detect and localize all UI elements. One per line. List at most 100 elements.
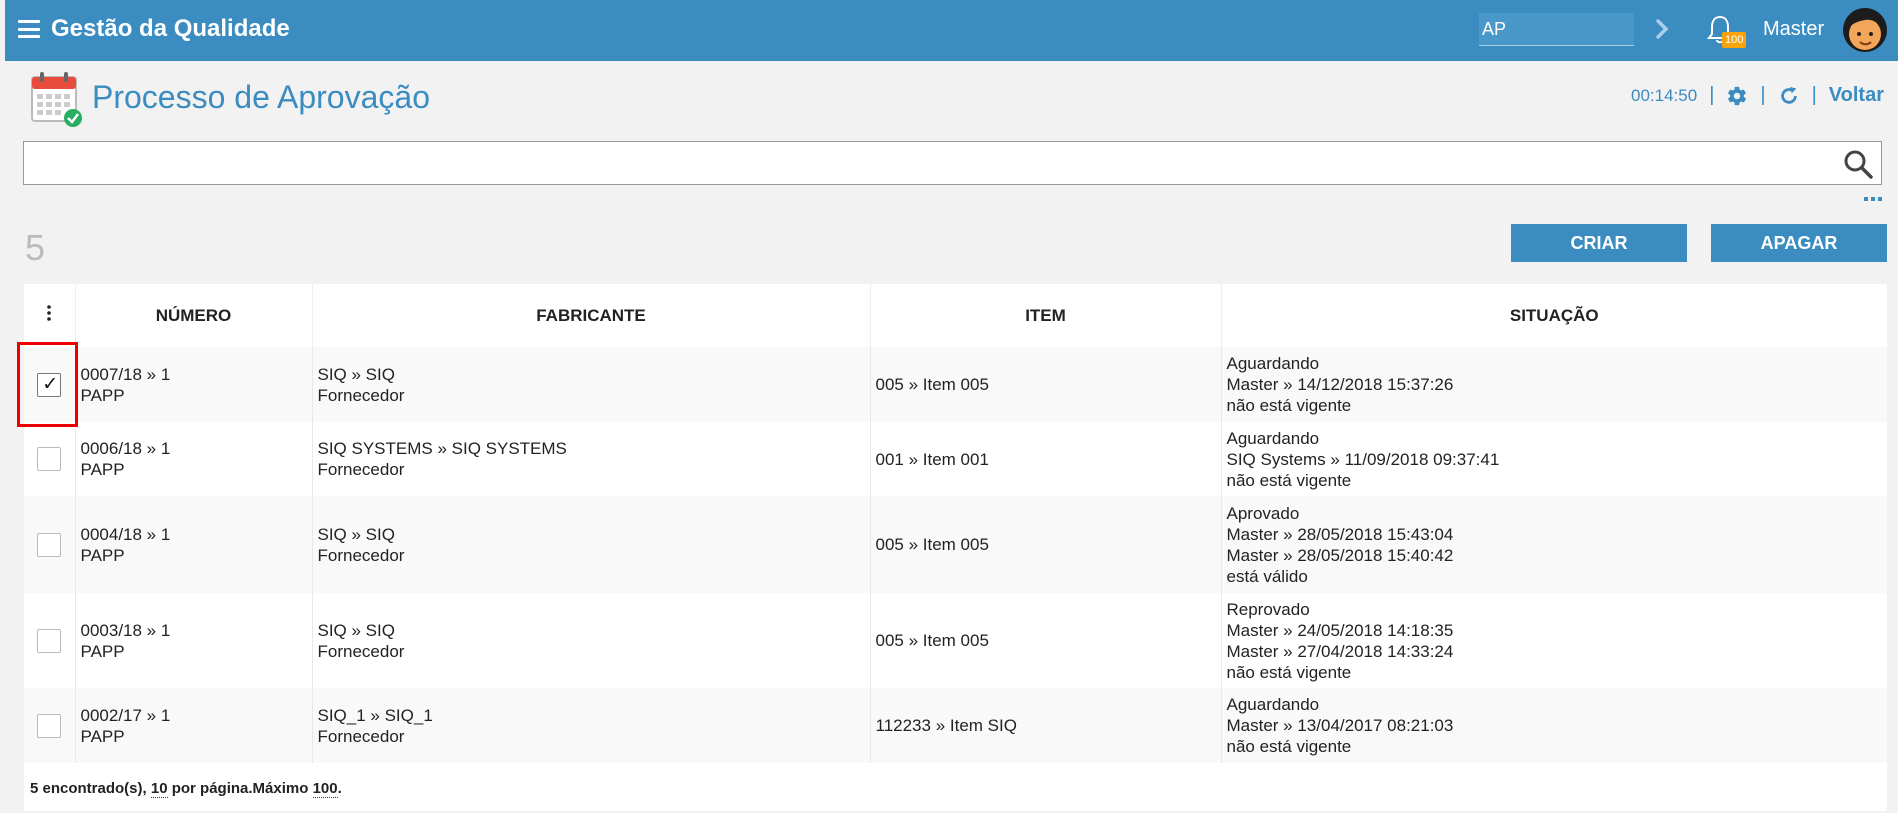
column-header-situacao[interactable]: SITUAÇÃO (1221, 284, 1887, 347)
cell-numero: 0006/18 » 1 PAPP (75, 422, 313, 496)
situacao-line: não está vigente (1226, 470, 1352, 490)
cell-numero: 0003/18 » 1 PAPP (75, 593, 313, 688)
gear-icon[interactable] (1726, 85, 1748, 107)
calendar-check-icon (31, 72, 82, 127)
app-title: Gestão da Qualidade (51, 15, 290, 42)
cell-numero: 0002/17 » 1 PAPP (75, 688, 313, 763)
cell-situacao: Aguardando Master » 14/12/2018 15:37:26 nã… (1221, 347, 1887, 422)
table-row[interactable]: 0003/18 » 1 PAPP SIQ » SIQ Fornecedor 005 … (24, 593, 1887, 688)
numero-type: PAPP (80, 545, 125, 565)
record-count: 5 (25, 227, 46, 268)
delete-button[interactable]: APAGAR (1711, 224, 1887, 262)
numero-code: 0004/18 » 1 (80, 524, 171, 544)
search-box (23, 141, 1882, 185)
header-actions: 00:14:50 | | | Voltar (1631, 84, 1884, 107)
cell-fabricante: SIQ » SIQ Fornecedor (312, 593, 871, 688)
more-options-icon[interactable] (1864, 196, 1882, 202)
found-count: 5 encontrado(s), (30, 780, 147, 797)
page-title: Processo de Aprovação (92, 79, 430, 115)
fabricante-name: SIQ » SIQ (317, 364, 395, 384)
situacao-status: Aguardando (1226, 428, 1320, 448)
cell-numero: 0007/18 » 1 PAPP (75, 347, 313, 422)
row-checkbox[interactable] (37, 713, 62, 738)
numero-type: PAPP (80, 641, 125, 661)
search-input[interactable] (24, 142, 1824, 184)
cell-situacao: Aguardando SIQ Systems » 11/09/2018 09:37… (1221, 422, 1887, 496)
per-page-label: por página.Máximo (167, 780, 313, 797)
cell-situacao: Reprovado Master » 24/05/2018 14:18:35 Mas… (1221, 593, 1887, 688)
notification-badge: 100 (1722, 32, 1747, 48)
cell-fabricante: SIQ SYSTEMS » SIQ SYSTEMS Fornecedor (312, 422, 871, 496)
kebab-menu-icon[interactable] (47, 305, 52, 321)
row-select-cell (24, 496, 76, 593)
cell-item: 005 » Item 005 (870, 347, 1222, 422)
row-checkbox[interactable] (37, 532, 62, 557)
item-name: 005 » Item 005 (875, 631, 989, 650)
fabricante-type: Fornecedor (317, 545, 405, 565)
numero-code: 0007/18 » 1 (80, 364, 171, 384)
cell-fabricante: SIQ » SIQ Fornecedor (312, 347, 871, 422)
column-header-fabricante[interactable]: FABRICANTE (312, 284, 871, 347)
table-row[interactable]: 0004/18 » 1 PAPP SIQ » SIQ Fornecedor 005 … (24, 496, 1887, 593)
numero-code: 0006/18 » 1 (80, 439, 171, 458)
separator: | (1760, 84, 1766, 106)
row-checkbox[interactable] (37, 372, 62, 397)
situacao-line: não está vigente (1226, 737, 1352, 756)
avatar[interactable] (1842, 7, 1888, 53)
table-header-row: NÚMERO FABRICANTE ITEM SITUAÇÃO (24, 284, 1887, 347)
refresh-icon[interactable] (1778, 85, 1800, 107)
pagination-footer: 5 encontrado(s), 10 por página.Máximo 10… (24, 763, 1887, 811)
table-row[interactable]: 0007/18 » 1PAPP SIQ » SIQFornecedor 005 … (24, 347, 1887, 422)
cell-item: 112233 » Item SIQ (870, 688, 1222, 763)
user-name[interactable]: Master (1763, 18, 1824, 41)
item-name: 005 » Item 005 (875, 535, 989, 554)
back-link[interactable]: Voltar (1829, 84, 1884, 107)
situacao-line: Master » 28/05/2018 15:43:04 (1226, 524, 1454, 544)
cell-situacao: Aguardando Master » 13/04/2017 08:21:03 nã… (1221, 688, 1887, 763)
cell-fabricante: SIQ » SIQ Fornecedor (312, 496, 871, 593)
per-page-value[interactable]: 10 (150, 780, 168, 798)
numero-type: PAPP (80, 726, 125, 746)
cell-item: 001 » Item 001 (870, 422, 1222, 496)
create-button[interactable]: CRIAR (1511, 224, 1687, 262)
table-row[interactable]: 0002/17 » 1 PAPP SIQ_1 » SIQ_1 Fornecedor … (24, 688, 1887, 763)
column-header-numero[interactable]: NÚMERO (75, 284, 313, 347)
situacao-status: Aguardando (1226, 354, 1320, 373)
item-name: 001 » Item 001 (875, 449, 989, 469)
search-icon[interactable] (1843, 149, 1873, 179)
column-options[interactable] (24, 284, 76, 347)
fabricante-type: Fornecedor (317, 641, 405, 661)
situacao-line: está válido (1226, 566, 1308, 586)
cell-item: 005 » Item 005 (870, 593, 1222, 688)
situacao-line: Master » 24/05/2018 14:18:35 (1226, 620, 1454, 640)
max-value[interactable]: 100 (312, 780, 338, 798)
item-name: 112233 » Item SIQ (875, 716, 1017, 735)
situacao-line: Master » 27/04/2018 14:33:24 (1226, 641, 1454, 661)
row-checkbox[interactable] (37, 628, 62, 653)
row-checkbox[interactable] (37, 447, 62, 471)
fabricante-name: SIQ » SIQ (317, 524, 395, 544)
situacao-line: não está vigente (1226, 662, 1352, 682)
chevron-right-icon[interactable] (1650, 16, 1674, 42)
top-bar: Gestão da Qualidade 100 Master (5, 0, 1898, 61)
situacao-line: Master » 28/05/2018 15:40:42 (1226, 545, 1454, 565)
hamburger-menu-icon[interactable] (18, 20, 40, 38)
approval-table: NÚMERO FABRICANTE ITEM SITUAÇÃO 0007/18 … (24, 284, 1887, 811)
table-row[interactable]: 0006/18 » 1 PAPP SIQ SYSTEMS » SIQ SYSTEM… (24, 422, 1887, 496)
row-select-cell (24, 347, 76, 422)
cell-item: 005 » Item 005 (870, 496, 1222, 593)
situacao-status: Reprovado (1226, 599, 1310, 619)
situacao-status: Aguardando (1226, 695, 1320, 714)
numero-type: PAPP (80, 385, 125, 405)
situacao-line: Master » 14/12/2018 15:37:26 (1226, 375, 1454, 394)
separator: | (1709, 84, 1715, 106)
situacao-status: Aprovado (1226, 503, 1300, 523)
fabricante-name: SIQ_1 » SIQ_1 (317, 705, 433, 725)
cell-fabricante: SIQ_1 » SIQ_1 Fornecedor (312, 688, 871, 763)
situacao-line: SIQ Systems » 11/09/2018 09:37:41 (1226, 449, 1500, 469)
numero-code: 0003/18 » 1 (80, 620, 171, 640)
column-header-item[interactable]: ITEM (870, 284, 1222, 347)
module-code-input[interactable] (1479, 13, 1634, 46)
row-select-cell (24, 593, 76, 688)
cell-situacao: Aprovado Master » 28/05/2018 15:43:04 Mast… (1221, 496, 1887, 593)
